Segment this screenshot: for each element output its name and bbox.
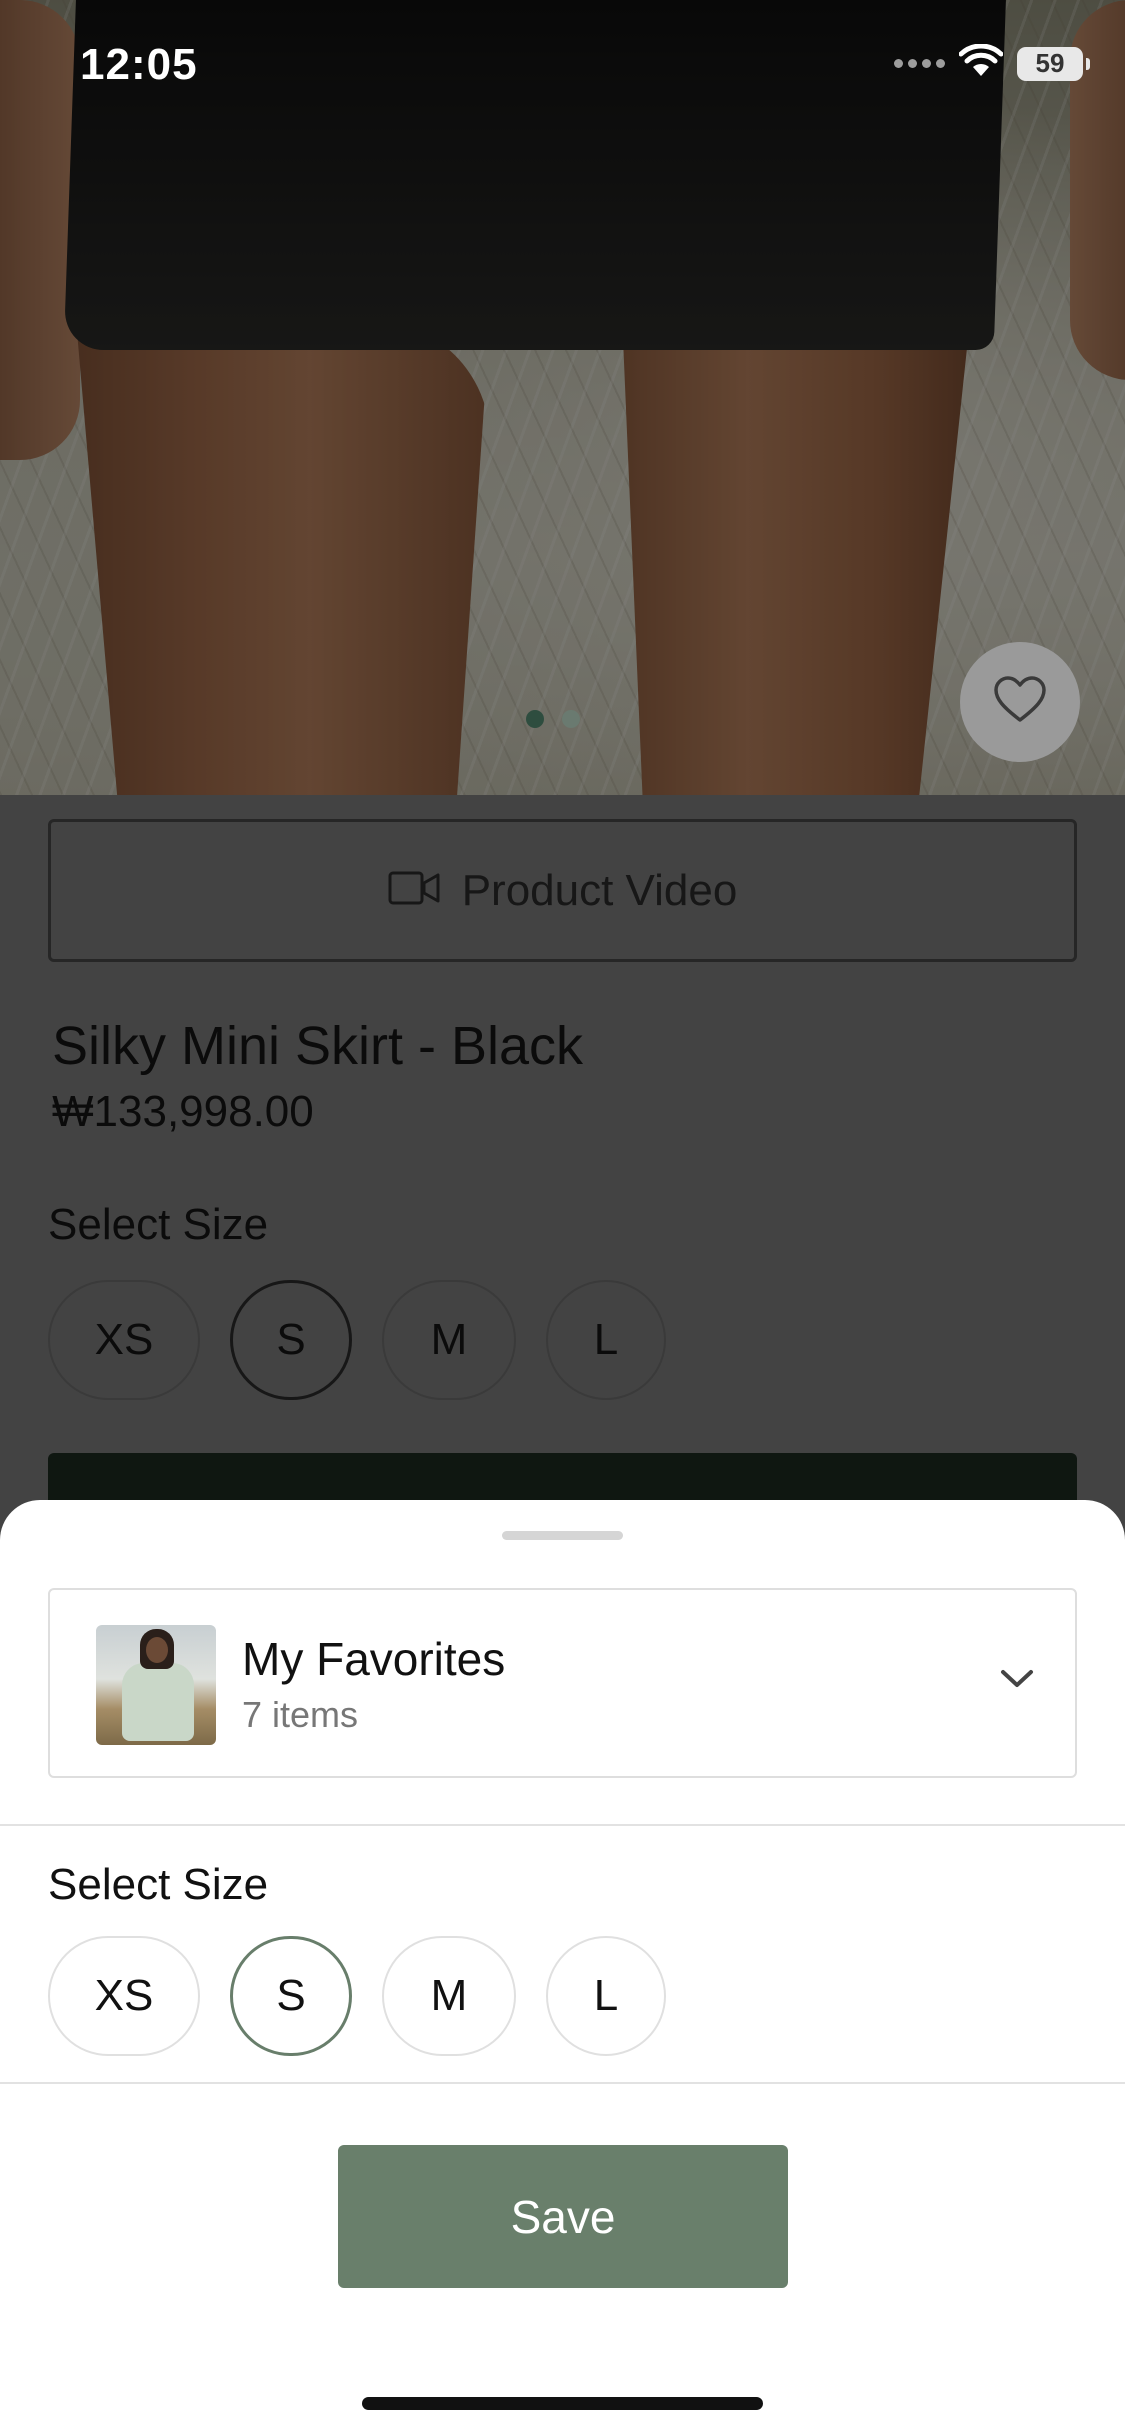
sheet-size-xs[interactable]: XS: [48, 1936, 200, 2056]
collection-item-count: 7 items: [242, 1694, 359, 1735]
pager-dot[interactable]: [562, 710, 580, 728]
divider: [0, 2082, 1125, 2084]
status-time: 12:05: [80, 40, 198, 89]
image-pager-dots: [526, 710, 580, 728]
chevron-down-icon: [999, 1668, 1035, 1695]
sheet-size-s[interactable]: S: [230, 1936, 352, 2056]
sheet-size-l[interactable]: L: [546, 1936, 666, 2056]
battery-icon: 59: [1017, 46, 1090, 81]
save-button[interactable]: Save: [338, 2145, 788, 2288]
home-indicator[interactable]: [362, 2397, 763, 2410]
sheet-size-label: Select Size: [48, 1860, 269, 1909]
save-to-favorites-sheet: My Favorites 7 items Select Size XS S M …: [0, 1500, 1125, 2436]
sheet-size-options: XS S M L: [48, 1936, 666, 2056]
favorite-button[interactable]: [960, 642, 1080, 762]
collection-name: My Favorites: [242, 1633, 506, 1685]
pager-dot-active[interactable]: [526, 710, 544, 728]
collection-thumbnail: [96, 1625, 216, 1745]
collection-selector[interactable]: My Favorites 7 items: [48, 1588, 1077, 1778]
status-icons: 59: [894, 43, 1090, 83]
cellular-signal-icon: [894, 59, 945, 68]
heart-icon: [993, 675, 1047, 729]
sheet-drag-handle[interactable]: [502, 1531, 623, 1540]
sheet-size-m[interactable]: M: [382, 1936, 516, 2056]
divider: [0, 1824, 1125, 1826]
wifi-icon: [958, 43, 1004, 83]
